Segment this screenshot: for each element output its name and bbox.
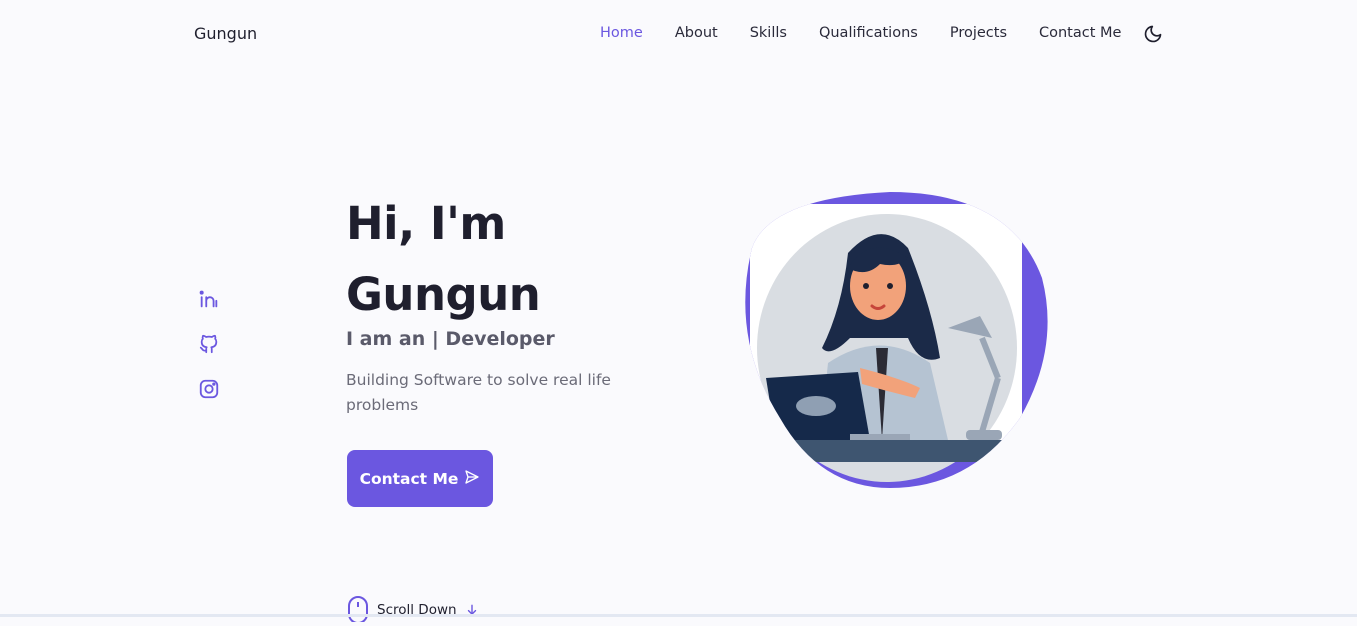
logo-link[interactable]: Gungun	[194, 24, 257, 43]
nav-about[interactable]: About	[675, 25, 718, 41]
nav-projects[interactable]: Projects	[950, 25, 1007, 41]
arrow-down-icon	[465, 602, 479, 621]
nav-contact[interactable]: Contact Me	[1039, 25, 1121, 41]
hero-description: Building Software to solve real life pro…	[346, 371, 611, 414]
hero-subtitle: I am an | Developer	[346, 328, 555, 350]
main-nav: Home About Skills Qualifications Project…	[600, 25, 1153, 41]
linkedin-icon[interactable]	[198, 288, 220, 310]
contact-me-button[interactable]: Contact Me	[347, 450, 493, 507]
nav-qualifications[interactable]: Qualifications	[819, 25, 918, 41]
scroll-down-link[interactable]: Scroll Down	[347, 596, 479, 626]
contact-me-label: Contact Me	[359, 469, 459, 488]
moon-icon[interactable]	[1143, 24, 1163, 44]
instagram-icon[interactable]	[198, 378, 220, 400]
site-header: Gungun Home About Skills Qualifications …	[0, 0, 1357, 68]
github-icon[interactable]	[198, 333, 220, 355]
social-links	[198, 288, 220, 423]
hero-illustration	[730, 188, 1056, 494]
send-icon	[464, 469, 480, 489]
nav-skills[interactable]: Skills	[750, 25, 787, 41]
hero-title: Hi, I'm Gungun	[346, 188, 541, 330]
mouse-icon	[347, 596, 369, 626]
nav-home[interactable]: Home	[600, 25, 643, 41]
hero-title-line2: Gungun	[346, 268, 541, 321]
hero-title-line1: Hi, I'm	[346, 197, 506, 250]
